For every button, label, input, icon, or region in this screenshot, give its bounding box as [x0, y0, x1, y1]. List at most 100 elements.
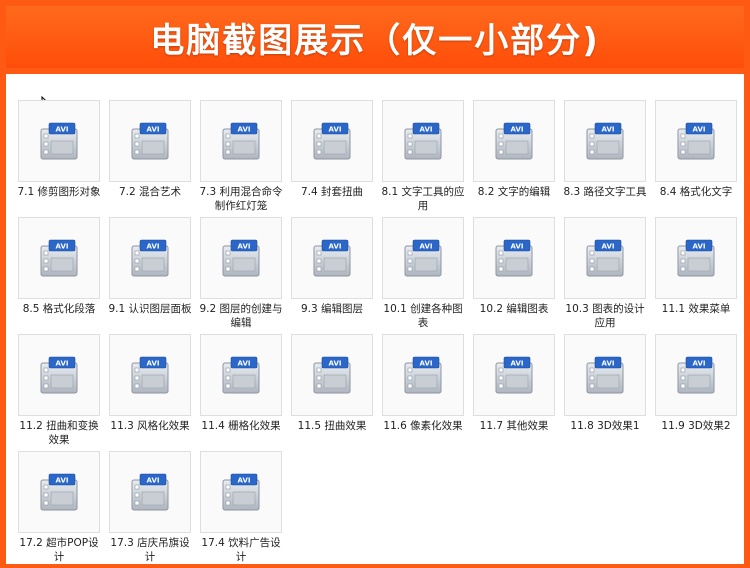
- file-item[interactable]: AVI 10.1 创建各种图表: [382, 217, 464, 334]
- file-label: 17.4 饮料广告设计: [201, 537, 281, 563]
- file-label: 7.2 混合艺术: [118, 186, 182, 198]
- file-browser-panel[interactable]: AVI 7.1 修剪图形对象 AVI 7.2 混合艺术 AVI 7.3 利用混合…: [6, 74, 744, 564]
- file-item[interactable]: AVI 9.2 图层的创建与编辑: [199, 217, 283, 334]
- avi-file-icon: AVI: [222, 239, 260, 277]
- file-grid: AVI 7.1 修剪图形对象 AVI 7.2 混合艺术 AVI 7.3 利用混合…: [17, 100, 737, 568]
- file-label: 11.1 效果菜单: [661, 303, 731, 315]
- file-thumbnail[interactable]: AVI: [382, 100, 464, 182]
- file-item[interactable]: AVI 17.3 店庆吊旗设计: [109, 451, 191, 568]
- svg-text:AVI: AVI: [56, 243, 69, 251]
- file-thumbnail[interactable]: AVI: [18, 100, 100, 182]
- file-thumbnail[interactable]: AVI: [655, 217, 737, 299]
- file-item[interactable]: AVI 11.5 扭曲效果: [291, 334, 373, 451]
- svg-text:AVI: AVI: [420, 360, 433, 368]
- file-thumbnail[interactable]: AVI: [18, 334, 100, 416]
- avi-file-icon: AVI: [677, 356, 715, 394]
- file-thumbnail[interactable]: AVI: [200, 100, 282, 182]
- avi-file-icon: AVI: [40, 122, 78, 160]
- svg-text:AVI: AVI: [238, 477, 251, 485]
- file-label: 11.4 栅格化效果: [201, 420, 281, 432]
- svg-text:AVI: AVI: [147, 126, 160, 134]
- file-thumbnail[interactable]: AVI: [655, 334, 737, 416]
- file-item[interactable]: AVI 8.3 路径文字工具: [563, 100, 647, 217]
- file-item[interactable]: AVI 11.4 栅格化效果: [200, 334, 282, 451]
- file-item[interactable]: AVI 10.3 图表的设计应用: [564, 217, 646, 334]
- svg-text:AVI: AVI: [56, 477, 69, 485]
- svg-text:AVI: AVI: [511, 360, 524, 368]
- svg-text:AVI: AVI: [602, 126, 615, 134]
- file-item[interactable]: AVI 11.8 3D效果1: [564, 334, 646, 451]
- file-thumbnail[interactable]: AVI: [291, 217, 373, 299]
- file-thumbnail[interactable]: AVI: [109, 217, 191, 299]
- file-thumbnail[interactable]: AVI: [200, 451, 282, 533]
- avi-file-icon: AVI: [222, 473, 260, 511]
- avi-file-icon: AVI: [131, 473, 169, 511]
- svg-text:AVI: AVI: [147, 360, 160, 368]
- avi-file-icon: AVI: [40, 356, 78, 394]
- svg-text:AVI: AVI: [693, 126, 706, 134]
- file-thumbnail[interactable]: AVI: [473, 100, 555, 182]
- avi-file-icon: AVI: [677, 122, 715, 160]
- file-thumbnail[interactable]: AVI: [200, 334, 282, 416]
- avi-file-icon: AVI: [313, 356, 351, 394]
- svg-text:AVI: AVI: [602, 360, 615, 368]
- avi-file-icon: AVI: [677, 239, 715, 277]
- file-thumbnail[interactable]: AVI: [382, 217, 464, 299]
- file-thumbnail[interactable]: AVI: [18, 451, 100, 533]
- svg-text:AVI: AVI: [420, 243, 433, 251]
- file-thumbnail[interactable]: AVI: [655, 100, 737, 182]
- file-thumbnail[interactable]: AVI: [291, 100, 373, 182]
- avi-file-icon: AVI: [404, 122, 442, 160]
- file-item[interactable]: AVI 8.1 文字工具的应用: [381, 100, 465, 217]
- file-thumbnail[interactable]: AVI: [200, 217, 282, 299]
- file-item[interactable]: AVI 7.1 修剪图形对象: [17, 100, 101, 217]
- file-label: 11.6 像素化效果: [383, 420, 463, 432]
- file-label: 11.3 风格化效果: [110, 420, 190, 432]
- file-item[interactable]: AVI 11.6 像素化效果: [382, 334, 464, 451]
- file-item[interactable]: AVI 8.4 格式化文字: [655, 100, 737, 217]
- file-thumbnail[interactable]: AVI: [109, 100, 191, 182]
- file-item[interactable]: AVI 11.7 其他效果: [473, 334, 555, 451]
- avi-file-icon: AVI: [495, 356, 533, 394]
- file-item[interactable]: AVI 11.1 效果菜单: [655, 217, 737, 334]
- file-thumbnail[interactable]: AVI: [473, 217, 555, 299]
- avi-file-icon: AVI: [313, 239, 351, 277]
- avi-file-icon: AVI: [586, 356, 624, 394]
- file-item[interactable]: AVI 11.9 3D效果2: [655, 334, 737, 451]
- file-thumbnail[interactable]: AVI: [291, 334, 373, 416]
- file-label: 9.2 图层的创建与编辑: [199, 303, 283, 329]
- file-item[interactable]: AVI 9.1 认识图层面板: [108, 217, 192, 334]
- file-label: 8.3 路径文字工具: [563, 186, 647, 198]
- file-item[interactable]: AVI 7.4 封套扭曲: [291, 100, 373, 217]
- file-item[interactable]: AVI 7.3 利用混合命令制作红灯笼: [199, 100, 283, 217]
- file-thumbnail[interactable]: AVI: [382, 334, 464, 416]
- svg-text:AVI: AVI: [56, 126, 69, 134]
- svg-text:AVI: AVI: [147, 477, 160, 485]
- file-label: 7.4 封套扭曲: [300, 186, 364, 198]
- file-item[interactable]: AVI 8.2 文字的编辑: [473, 100, 555, 217]
- file-label: 10.1 创建各种图表: [383, 303, 463, 329]
- svg-text:AVI: AVI: [238, 360, 251, 368]
- file-item[interactable]: AVI 9.3 编辑图层: [291, 217, 373, 334]
- file-thumbnail[interactable]: AVI: [564, 100, 646, 182]
- svg-text:AVI: AVI: [329, 126, 342, 134]
- svg-text:AVI: AVI: [602, 243, 615, 251]
- file-item[interactable]: AVI 11.2 扭曲和变换效果: [18, 334, 100, 451]
- avi-file-icon: AVI: [495, 239, 533, 277]
- file-thumbnail[interactable]: AVI: [18, 217, 100, 299]
- file-item[interactable]: AVI 11.3 风格化效果: [109, 334, 191, 451]
- file-item[interactable]: AVI 10.2 编辑图表: [473, 217, 555, 334]
- file-item[interactable]: AVI 7.2 混合艺术: [109, 100, 191, 217]
- file-item[interactable]: AVI 17.4 饮料广告设计: [200, 451, 282, 568]
- file-item[interactable]: AVI 17.2 超市POP设计: [18, 451, 100, 568]
- file-item[interactable]: AVI 8.5 格式化段落: [18, 217, 100, 334]
- file-thumbnail[interactable]: AVI: [109, 334, 191, 416]
- file-thumbnail[interactable]: AVI: [564, 217, 646, 299]
- file-thumbnail[interactable]: AVI: [109, 451, 191, 533]
- svg-text:AVI: AVI: [329, 360, 342, 368]
- avi-file-icon: AVI: [131, 122, 169, 160]
- file-label: 8.4 格式化文字: [659, 186, 733, 198]
- file-thumbnail[interactable]: AVI: [564, 334, 646, 416]
- file-thumbnail[interactable]: AVI: [473, 334, 555, 416]
- banner-title: 电脑截图展示（仅一小部分): [150, 20, 600, 61]
